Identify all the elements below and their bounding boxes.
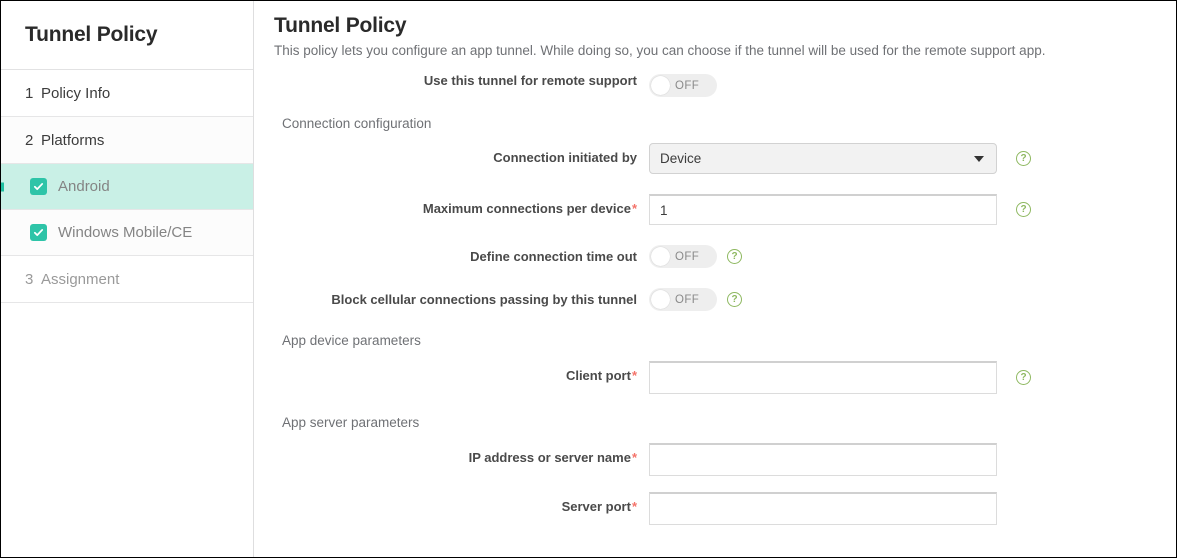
required-asterisk: * bbox=[631, 201, 637, 216]
toggle-define-connection-time-out[interactable]: OFF bbox=[649, 245, 717, 268]
page-description: This policy lets you configure an app tu… bbox=[274, 43, 1046, 58]
required-asterisk: * bbox=[631, 450, 637, 465]
field-label: Maximum connections per device* bbox=[274, 194, 649, 215]
toggle-state-label: OFF bbox=[675, 293, 700, 306]
field-label: Define connection time out bbox=[470, 249, 637, 264]
wizard-sidebar: Tunnel Policy 1 Policy Info 2 Platforms … bbox=[1, 1, 254, 557]
field-client-port: Client port* ? bbox=[274, 361, 1176, 394]
required-asterisk: * bbox=[631, 368, 637, 383]
field-maximum-connections-per-device: Maximum connections per device* ? bbox=[274, 194, 1176, 225]
required-asterisk: * bbox=[631, 499, 637, 514]
step-number: 2 bbox=[25, 131, 34, 149]
section-heading-app-server-parameters: App server parameters bbox=[282, 415, 420, 430]
step-number: 3 bbox=[25, 270, 34, 288]
field-label: Use this tunnel for remote support bbox=[423, 73, 637, 88]
input-client-port[interactable] bbox=[649, 361, 997, 394]
input-maximum-connections-per-device[interactable] bbox=[649, 194, 997, 225]
help-icon[interactable]: ? bbox=[1016, 370, 1031, 385]
toggle-remote-support[interactable]: OFF bbox=[649, 74, 717, 97]
help-icon[interactable]: ? bbox=[727, 249, 742, 264]
select-value: Device bbox=[660, 151, 702, 166]
help-icon[interactable]: ? bbox=[727, 292, 742, 307]
sidebar-platform-android[interactable]: Android bbox=[1, 164, 253, 210]
field-label: Client port* bbox=[274, 361, 649, 382]
checkbox-checked-icon[interactable] bbox=[30, 224, 47, 241]
field-ip-address-or-server-name: IP address or server name* bbox=[274, 443, 1176, 476]
field-label: Block cellular connections passing by th… bbox=[331, 292, 637, 307]
sidebar-platform-windows-mobile-ce[interactable]: Windows Mobile/CE bbox=[1, 210, 253, 256]
checkbox-checked-icon[interactable] bbox=[30, 178, 47, 195]
field-label-text: IP address or server name bbox=[468, 450, 631, 465]
field-label: Server port* bbox=[274, 492, 649, 513]
section-heading-connection-configuration: Connection configuration bbox=[282, 116, 432, 131]
sidebar-step-policy-info[interactable]: 1 Policy Info bbox=[1, 70, 253, 117]
step-label: Platforms bbox=[41, 131, 105, 149]
select-connection-initiated-by[interactable]: Device bbox=[649, 143, 997, 174]
sidebar-step-platforms[interactable]: 2 Platforms bbox=[1, 117, 253, 164]
page-title: Tunnel Policy bbox=[274, 14, 407, 37]
platform-label: Android bbox=[58, 178, 110, 195]
toggle-block-cellular-connections[interactable]: OFF bbox=[649, 288, 717, 311]
toggle-knob bbox=[651, 247, 670, 266]
chevron-down-icon[interactable] bbox=[974, 155, 984, 162]
input-ip-address-or-server-name[interactable] bbox=[649, 443, 997, 476]
field-label-text: Server port bbox=[561, 499, 631, 514]
step-label: Assignment bbox=[41, 270, 120, 288]
tunnel-policy-window: Tunnel Policy 1 Policy Info 2 Platforms … bbox=[0, 0, 1177, 558]
field-label: IP address or server name* bbox=[274, 443, 649, 464]
step-number: 1 bbox=[25, 84, 34, 102]
sidebar-step-assignment[interactable]: 3 Assignment bbox=[1, 256, 253, 303]
sidebar-empty-space bbox=[1, 303, 253, 557]
field-label-text: Client port bbox=[565, 368, 631, 383]
field-define-connection-time-out: Define connection time out OFF ? bbox=[274, 245, 1176, 268]
field-label-text: Maximum connections per device bbox=[422, 201, 631, 216]
section-heading-app-device-parameters: App device parameters bbox=[282, 333, 421, 348]
help-icon[interactable]: ? bbox=[1016, 151, 1031, 166]
help-icon[interactable]: ? bbox=[1016, 202, 1031, 217]
toggle-state-label: OFF bbox=[675, 250, 700, 263]
sidebar-title: Tunnel Policy bbox=[1, 1, 253, 70]
field-remote-support: Use this tunnel for remote support OFF bbox=[274, 74, 1176, 97]
step-label: Policy Info bbox=[41, 84, 111, 102]
field-block-cellular-connections: Block cellular connections passing by th… bbox=[274, 288, 1176, 311]
tunnel-policy-form: Use this tunnel for remote support OFF C… bbox=[274, 74, 1176, 525]
field-connection-initiated-by: Connection initiated by Device ? bbox=[274, 143, 1176, 174]
toggle-knob bbox=[651, 76, 670, 95]
policy-form-panel: Tunnel Policy This policy lets you confi… bbox=[254, 1, 1176, 557]
input-server-port[interactable] bbox=[649, 492, 997, 525]
toggle-state-label: OFF bbox=[675, 79, 700, 92]
platform-label: Windows Mobile/CE bbox=[58, 224, 193, 241]
field-server-port: Server port* bbox=[274, 492, 1176, 525]
toggle-knob bbox=[651, 290, 670, 309]
field-label: Connection initiated by bbox=[493, 150, 637, 165]
